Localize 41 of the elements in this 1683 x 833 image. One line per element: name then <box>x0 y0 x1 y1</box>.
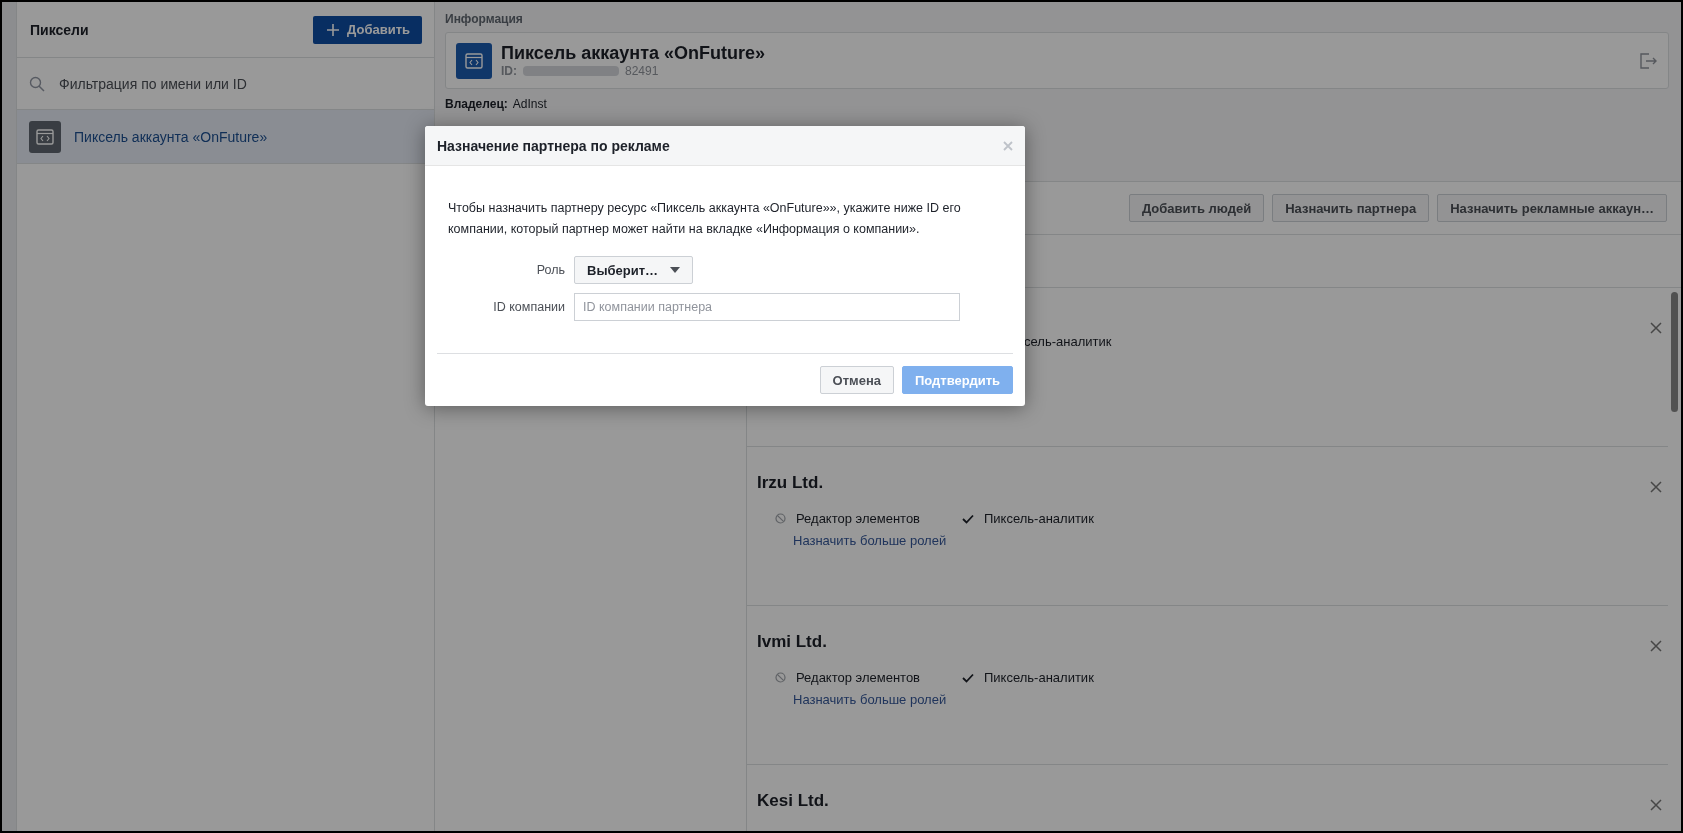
toolbar-button[interactable]: Назначить рекламные аккаун… <box>1437 194 1667 222</box>
add-button[interactable]: Добавить <box>313 15 422 44</box>
close-icon[interactable] <box>1650 481 1662 493</box>
role-dropdown[interactable]: Выберит… <box>574 256 694 284</box>
toolbar-button[interactable]: Добавить людей <box>1128 194 1265 222</box>
pixel-list-item[interactable]: Пиксель аккаунта «OnFuture» <box>17 110 434 164</box>
partner-name: Irzu Ltd. <box>757 473 824 493</box>
section-heading: Информация <box>445 12 524 26</box>
toolbar-button[interactable]: Назначить партнера <box>1272 194 1430 222</box>
dialog-title: Назначение партнера по рекламе <box>437 137 670 154</box>
search-icon <box>29 75 45 92</box>
assign-roles-link[interactable]: Назначить больше ролей <box>793 533 1658 548</box>
role-label: Редактор элементов <box>796 670 921 685</box>
scrollbar[interactable] <box>1671 292 1678 412</box>
id-value: 82491 <box>625 64 659 78</box>
role-label: Пиксель-аналитик <box>984 511 1094 526</box>
cancel-button[interactable]: Отмена <box>819 366 894 394</box>
role-label: Пиксель-аналитик <box>984 670 1094 685</box>
assign-roles-link[interactable]: Назначить больше ролей <box>793 692 1658 707</box>
field-label: ID компании <box>492 300 565 314</box>
close-icon[interactable] <box>1650 799 1662 811</box>
partner-name: Kesi Ltd. <box>757 791 829 811</box>
search-field[interactable]: Фильтрация по имени или ID <box>57 74 422 93</box>
caret-icon <box>670 267 681 273</box>
role-label: сель-аналитик <box>1024 334 1112 349</box>
code-icon <box>456 42 492 79</box>
plus-icon <box>327 23 340 36</box>
partner-name: Ivmi Ltd. <box>757 632 827 652</box>
field-label: Роль <box>535 263 565 277</box>
id-label: ID: <box>501 64 517 78</box>
pixel-name: Пиксель аккаунта «OnFuture» <box>501 43 767 64</box>
owner-label: Владелец: <box>445 97 508 111</box>
company-id-field[interactable]: ID компании партнера <box>574 293 960 321</box>
close-icon[interactable] <box>1650 322 1662 334</box>
dialog-description: Чтобы назначить партнеру ресурс «Пиксель аккаунта «OnFuture»», укажите ниже ID его компании, который партнер может найти на вкладке «Информация о компании». <box>448 200 962 238</box>
owner-name: AdInst <box>512 97 547 111</box>
close-icon[interactable] <box>1650 640 1662 652</box>
panel-title: Пиксели <box>30 21 89 38</box>
exit-icon[interactable] <box>1638 50 1658 71</box>
role-label: Редактор элементов <box>796 511 921 526</box>
code-icon <box>29 120 61 153</box>
